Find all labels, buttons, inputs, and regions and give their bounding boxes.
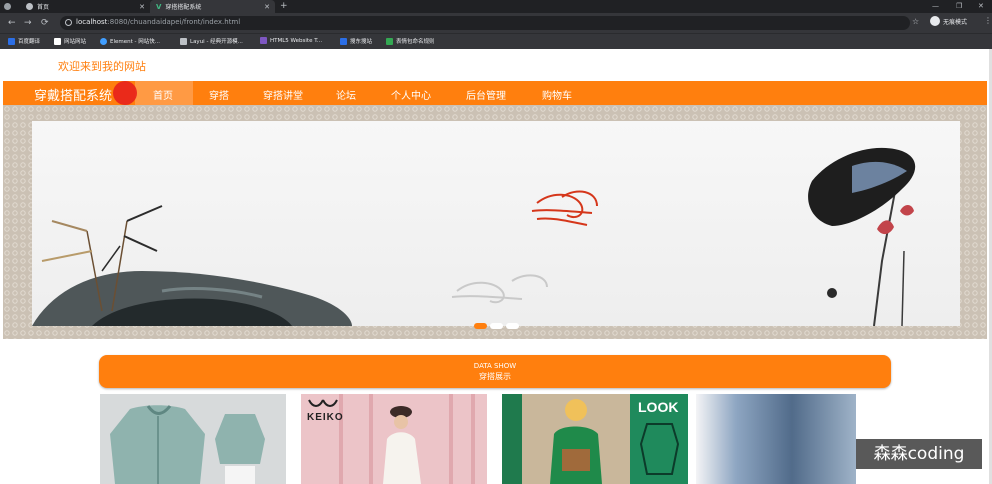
product-card-keiko[interactable]: KEIKO (301, 394, 487, 484)
back-arrow-icon[interactable]: ← (8, 17, 16, 29)
carousel-dot[interactable] (506, 323, 519, 329)
bookmark-star-icon[interactable]: ☆ (912, 17, 919, 26)
bookmark-icon (340, 37, 347, 45)
incognito-label: 无痕模式 (943, 18, 968, 26)
folder-icon (54, 37, 61, 45)
bookmark-item[interactable]: Layui - 经典开源模... (180, 37, 243, 45)
close-tab-icon[interactable]: ✕ (139, 3, 145, 11)
product-image: LOOK (502, 394, 688, 484)
incognito-icon (930, 16, 940, 26)
bookmark-item[interactable]: HTML5 Website T... (260, 37, 322, 44)
carousel-dot[interactable] (474, 323, 487, 329)
banner-carousel[interactable] (3, 105, 987, 339)
cursor-indicator (113, 81, 137, 105)
site-info-icon[interactable] (65, 19, 72, 26)
globe-icon (26, 3, 33, 10)
nav-item-profile[interactable]: 个人中心 (391, 87, 431, 102)
grey-cloud-motif (451, 274, 548, 304)
incognito-indicator[interactable]: 无痕模式 (930, 16, 967, 26)
nav-item-home[interactable]: 首页 (153, 87, 173, 102)
vue-logo-icon: V (156, 2, 162, 11)
carousel-dot[interactable] (490, 323, 503, 329)
url-input[interactable]: localhost:8080/chuandaidapei/front/index… (60, 16, 910, 30)
bookmark-item[interactable]: 表情包命名规则 (386, 37, 435, 45)
product-image: KEIKO (301, 394, 487, 484)
page-content: 欢迎来到我的网站 穿戴搭配系统 首页 穿搭 穿搭讲堂 论坛 个人中心 后台管理 … (0, 49, 992, 484)
url-text: localhost:8080/chuandaidapei/front/index… (76, 18, 241, 26)
browser-menu-icon[interactable]: ⋮ (984, 16, 992, 25)
minimize-button[interactable]: — (932, 0, 939, 13)
html5-icon (260, 37, 267, 44)
bookmark-item[interactable]: 百度翻译 (8, 37, 40, 45)
tab-title: 穿搭搭配系统 (165, 4, 202, 11)
banner-slide (32, 121, 960, 327)
product-card-look[interactable] (696, 394, 856, 484)
nav-item-forum[interactable]: 论坛 (336, 87, 356, 102)
layui-logo-icon (180, 37, 187, 45)
tab-title: 首页 (37, 4, 50, 11)
close-tab-icon[interactable]: ✕ (264, 3, 270, 11)
browser-tab-home[interactable]: 首页 ✕ (0, 0, 150, 13)
bookmark-icon (8, 37, 15, 45)
forward-arrow-icon[interactable]: → (24, 17, 32, 29)
address-bar-row: ← → ⟳ localhost:8080/chuandaidapei/front… (0, 13, 992, 33)
product-card-green-coat[interactable]: LOOK (502, 394, 688, 484)
browser-tab-active[interactable]: V 穿搭搭配系统 ✕ (150, 0, 275, 13)
watermark: 森森coding (856, 439, 982, 469)
nav-item-outfits[interactable]: 穿搭 (209, 87, 229, 102)
carousel-indicators (474, 323, 519, 329)
ink-painting-illustration (32, 147, 916, 327)
red-cloud-motif (531, 190, 598, 226)
product-image-blurred (696, 394, 856, 484)
reload-icon[interactable]: ⟳ (41, 17, 49, 29)
svg-text:KEIKO: KEIKO (307, 412, 344, 423)
product-card-jacket[interactable] (100, 394, 286, 484)
svg-text:LOOK: LOOK (638, 399, 678, 415)
maximize-button[interactable]: ❐ (956, 0, 962, 13)
close-window-button[interactable]: ✕ (978, 0, 984, 13)
browser-tab-bar: 首页 ✕ V 穿搭搭配系统 ✕ + — ❐ ✕ (0, 0, 992, 13)
bookmark-icon (386, 37, 393, 45)
bookmarks-bar: 百度翻译 网站网站 Element - 网站快... Layui - 经典开源模… (0, 33, 992, 49)
nav-item-lectures[interactable]: 穿搭讲堂 (263, 87, 303, 102)
new-tab-button[interactable]: + (280, 0, 288, 13)
product-image (100, 394, 286, 484)
site-brand[interactable]: 穿戴搭配系统 (34, 85, 112, 104)
bookmark-item[interactable]: Element - 网站快... (100, 37, 160, 45)
section-title-en: DATA SHOW (473, 362, 517, 370)
element-logo-icon (100, 37, 107, 45)
section-title-zh: 穿搭展示 (479, 372, 511, 381)
section-header: DATA SHOW 穿搭展示 (99, 355, 891, 388)
main-navbar: 穿戴搭配系统 首页 穿搭 穿搭讲堂 论坛 个人中心 后台管理 购物车 (3, 81, 987, 105)
welcome-text: 欢迎来到我的网站 (58, 60, 146, 73)
bookmark-item[interactable]: 搜东搜站 (340, 37, 372, 45)
bookmark-item[interactable]: 网站网站 (54, 37, 86, 45)
nav-item-admin[interactable]: 后台管理 (466, 87, 506, 102)
nav-item-cart[interactable]: 购物车 (542, 87, 572, 102)
